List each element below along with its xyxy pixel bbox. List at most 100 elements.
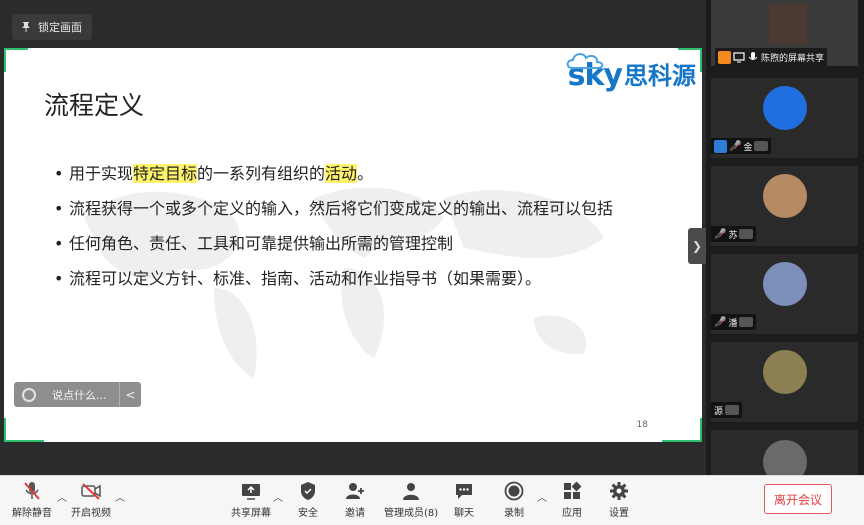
chat-label: 聊天 — [454, 508, 474, 519]
participant-name: 潘 — [728, 318, 738, 329]
lock-screen-label: 锁定画面 — [38, 21, 82, 34]
slide-corner — [662, 440, 702, 442]
participant-tile[interactable]: 🎤̸ 苏 — [711, 166, 858, 246]
screen-share-icon — [733, 52, 745, 63]
slide-corner — [4, 440, 44, 442]
security-label: 安全 — [298, 508, 318, 519]
share-screen-icon — [242, 484, 260, 500]
bullet-text: 用于实现 — [69, 164, 134, 183]
share-screen-label: 共享屏幕 — [231, 508, 271, 519]
participant-avatar — [763, 350, 807, 394]
bullet-item: 流程可以定义方针、标准、指南、活动和作业指导书（如果需要）。 — [54, 265, 654, 293]
slide-corner — [4, 48, 6, 72]
blurred-name — [725, 405, 740, 415]
participants-icon — [403, 483, 420, 500]
host-badge-icon — [718, 50, 731, 64]
unmute-button[interactable]: 解除静音 — [12, 480, 52, 519]
manage-participants-label: 管理成员(8) — [384, 508, 439, 519]
slide-corner — [678, 48, 702, 50]
participant-tile[interactable]: 🎤̸ 潘 — [711, 254, 858, 334]
settings-label: 设置 — [609, 508, 629, 519]
gallery-toggle-button[interactable]: ❯ — [688, 228, 706, 264]
start-video-label: 开启视频 — [71, 508, 111, 519]
blurred-name — [739, 317, 754, 327]
chevron-up-icon[interactable]: ︿ — [537, 489, 547, 504]
slide-title: 流程定义 — [44, 91, 145, 120]
participant-tile[interactable]: 陈煦的屏幕共享 — [711, 0, 858, 66]
lock-screen-button[interactable]: 锁定画面 — [12, 14, 92, 40]
security-button[interactable]: 安全 — [297, 480, 319, 519]
invite-label: 邀请 — [345, 508, 365, 519]
record-button[interactable]: 录制 — [503, 480, 525, 519]
chevron-up-icon[interactable]: ︿ — [57, 489, 67, 504]
highlighted-text: 特定目标 — [133, 164, 198, 183]
unmute-label: 解除静音 — [12, 508, 52, 519]
participant-name-bar: 🎤̸ 金 — [711, 138, 772, 154]
slide-corner — [700, 418, 702, 442]
company-logo: sky 思科源 — [566, 53, 696, 93]
participant-avatar — [763, 440, 807, 475]
user-badge-icon — [714, 139, 727, 153]
slide-corner — [4, 418, 6, 442]
presenter-video — [769, 4, 807, 44]
participant-name-bar: 🎤̸ 苏 — [711, 226, 757, 242]
meeting-toolbar: 解除静音 ︿ 开启视频 ︿ 共享屏幕 ︿ 安全 邀请 管理成员(8) 聊天 录制… — [0, 475, 864, 525]
screen-share-area: 锁定画面 流程定义 sky 思科源 • 用于实现特定目标的一系列有组织的活动。 … — [0, 0, 706, 475]
video-off-icon — [81, 483, 101, 500]
mic-muted-icon — [24, 482, 40, 500]
participant-avatar — [763, 86, 807, 130]
invite-button[interactable]: 邀请 — [344, 480, 366, 519]
emoji-icon[interactable] — [22, 387, 36, 402]
cloud-icon — [566, 53, 603, 69]
chevron-up-icon[interactable]: ︿ — [273, 489, 283, 504]
participant-name-bar: 源 — [711, 402, 743, 418]
slide-corner — [700, 48, 702, 72]
mic-muted-icon: 🎤̸ — [714, 316, 727, 328]
bullet-text: 。 — [357, 164, 374, 183]
bullet-item: 任何角色、责任、工具和可靠提供输出所需的管理控制 — [54, 230, 654, 258]
quick-chat-bar[interactable]: 说点什么... < — [14, 382, 141, 407]
microphone-icon — [748, 52, 758, 60]
participant-name: 源 — [714, 406, 724, 417]
slide-corner — [4, 48, 28, 50]
record-icon — [504, 481, 524, 501]
chat-button[interactable]: 聊天 — [453, 480, 475, 519]
slide-bullet-list: 用于实现特定目标的一系列有组织的活动。 流程获得一个或多个定义的输入，然后将它们… — [54, 160, 654, 300]
share-screen-button[interactable]: 共享屏幕 — [231, 480, 271, 519]
mic-muted-icon: 🎤̸ — [714, 228, 727, 240]
participant-tile[interactable]: 🎤̸ 金 — [711, 78, 858, 158]
pin-icon — [22, 22, 30, 32]
chat-input-placeholder[interactable]: 说点什么... — [52, 387, 119, 403]
apps-icon — [564, 481, 582, 499]
participant-tile[interactable] — [711, 430, 858, 475]
manage-participants-button[interactable]: 管理成员(8) — [384, 480, 438, 519]
participant-name: 陈煦的屏幕共享 — [761, 53, 825, 64]
participant-avatar — [763, 262, 807, 306]
chevron-up-icon[interactable]: ︿ — [115, 489, 125, 504]
apps-button[interactable]: 应用 — [561, 480, 583, 519]
participant-tile[interactable]: 源 — [711, 342, 858, 422]
apps-label: 应用 — [562, 508, 582, 519]
blurred-name — [739, 229, 754, 239]
participant-name-bar: 🎤̸ 潘 — [711, 314, 757, 330]
participant-name: 苏 — [728, 230, 738, 241]
leave-meeting-button[interactable]: 离开会议 — [764, 484, 832, 514]
participant-name-bar: 陈煦的屏幕共享 — [715, 48, 828, 66]
add-user-icon — [346, 483, 364, 499]
start-video-button[interactable]: 开启视频 — [71, 480, 111, 519]
meeting-window: 锁定画面 流程定义 sky 思科源 • 用于实现特定目标的一系列有组织的活动。 … — [0, 0, 864, 525]
shield-icon — [301, 482, 315, 500]
blurred-name — [754, 141, 769, 151]
settings-button[interactable]: 设置 — [608, 480, 630, 519]
gear-icon — [610, 482, 628, 500]
slide-page-number: 18 — [636, 420, 648, 430]
record-label: 录制 — [504, 508, 524, 519]
collapse-chat-button[interactable]: < — [119, 382, 141, 407]
chat-icon — [456, 484, 472, 499]
mic-muted-icon: 🎤̸ — [729, 140, 742, 152]
bullet-item: 流程获得一个或多个定义的输入，然后将它们变成定义的输出、流程可以包括 — [54, 195, 654, 223]
bullet-text: 的一系列有组织的 — [197, 164, 326, 183]
bullet-item: 用于实现特定目标的一系列有组织的活动。 — [54, 160, 654, 188]
participant-gallery: 陈煦的屏幕共享 🎤̸ 金 🎤̸ 苏 🎤̸ 潘 源 — [706, 0, 864, 475]
participant-name: 金 — [743, 142, 753, 153]
